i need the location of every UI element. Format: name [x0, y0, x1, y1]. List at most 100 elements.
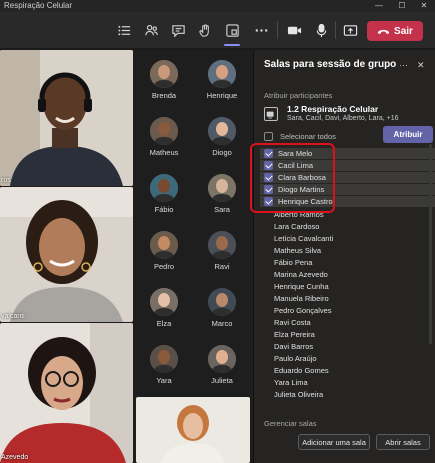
participant-row[interactable]: Eduardo Gomes — [254, 364, 435, 376]
participant-name: Azevedo — [1, 454, 29, 461]
selection-highlight — [250, 143, 335, 213]
assign-button[interactable]: Atribuir — [383, 126, 433, 143]
participant-video — [0, 50, 133, 186]
video-tile[interactable]: valcanti — [0, 187, 133, 322]
toolbar-divider — [277, 21, 278, 39]
gallery-participant[interactable]: Brenda — [135, 60, 193, 100]
participant-row[interactable]: Fábio Pena — [254, 256, 435, 268]
participant-name: Elza Pereira — [274, 330, 315, 339]
gallery-participant-name: Sara — [214, 205, 230, 214]
add-room-button[interactable]: Adicionar uma sala — [298, 434, 370, 450]
microphone-icon[interactable] — [311, 20, 331, 40]
gallery-participant-name: Marco — [211, 319, 233, 328]
window-titlebar: Respiração Celular — ☐ ✕ — [0, 0, 435, 12]
participant-name: valcanti — [1, 313, 25, 320]
avatar — [208, 288, 236, 316]
leave-label: Sair — [394, 25, 413, 37]
participant-video — [0, 323, 133, 463]
participant-video — [0, 187, 133, 322]
gallery-participant-name: Matheus — [149, 148, 179, 157]
gallery-participant-name: Henrique — [206, 91, 238, 100]
leave-button[interactable]: Sair — [367, 21, 423, 41]
phone-hangup-icon — [377, 29, 390, 34]
participant-row[interactable]: Ravi Costa — [254, 316, 435, 328]
avatar — [150, 288, 178, 316]
gallery-participant[interactable]: Elza — [135, 288, 193, 328]
participant-row[interactable]: Elza Pereira — [254, 328, 435, 340]
gallery-participant[interactable]: Matheus — [135, 117, 193, 157]
participant-row[interactable]: Yara Lima — [254, 376, 435, 388]
participant-name: Letícia Cavalcanti — [274, 234, 334, 243]
maximize-button[interactable]: ☐ — [393, 0, 411, 12]
participant-name: Julieta Oliveira — [274, 390, 324, 399]
participant-row[interactable]: Marina Azevedo — [254, 268, 435, 280]
room-card[interactable]: 1.2 Respiração Celular Sara, Cacil, Davi… — [262, 103, 434, 127]
participants-list-icon[interactable] — [114, 20, 134, 40]
participant-name: Yara Lima — [274, 378, 308, 387]
active-indicator — [224, 44, 240, 46]
gallery-participant[interactable]: Fábio — [135, 174, 193, 214]
avatar — [150, 117, 178, 145]
gallery-participant[interactable]: Julieta — [193, 345, 251, 385]
participant-name: Marina Azevedo — [274, 270, 328, 279]
participant-row[interactable]: Henrique Cunha — [254, 280, 435, 292]
room-members: Sara, Cacil, Davi, Alberto, Lara, +16 — [287, 115, 399, 122]
video-stage: ros valcanti Azevedo Brenda Henrique Mat… — [0, 50, 253, 463]
video-tile[interactable] — [136, 397, 250, 463]
participant-name: Paulo Araújo — [274, 354, 317, 363]
toolbar-divider — [335, 21, 336, 39]
participant-row[interactable]: Lara Cardoso — [254, 220, 435, 232]
avatar — [150, 345, 178, 373]
panel-more-icon[interactable]: ··· — [399, 60, 408, 70]
video-tile[interactable]: ros — [0, 50, 133, 186]
participant-row[interactable]: Davi Barros — [254, 340, 435, 352]
panel-close-icon[interactable]: ✕ — [417, 60, 425, 71]
close-window-button[interactable]: ✕ — [415, 0, 433, 12]
participant-row[interactable]: Pedro Gonçalves — [254, 304, 435, 316]
camera-icon[interactable] — [284, 20, 304, 40]
participant-row[interactable]: Paulo Araújo — [254, 352, 435, 364]
more-options-icon[interactable] — [251, 20, 271, 40]
gallery-participant[interactable]: Diogo — [193, 117, 251, 157]
gallery-participant-name: Julieta — [211, 376, 233, 385]
avatar — [208, 117, 236, 145]
participant-name: Pedro Gonçalves — [274, 306, 332, 315]
breakout-rooms-panel: Salas para sessão de grupo ··· ✕ Atribui… — [253, 50, 435, 463]
select-all-checkbox[interactable] — [264, 132, 273, 141]
participant-row[interactable]: Letícia Cavalcanti — [254, 232, 435, 244]
room-icon — [264, 107, 278, 121]
participant-row[interactable]: Manuela Ribeiro — [254, 292, 435, 304]
participant-name: Ravi Costa — [274, 318, 311, 327]
gallery-participant[interactable]: Pedro — [135, 231, 193, 271]
participant-row[interactable]: Julieta Oliveira — [254, 388, 435, 400]
gallery-participant[interactable]: Ravi — [193, 231, 251, 271]
avatar — [150, 231, 178, 259]
avatar — [150, 174, 178, 202]
avatar — [150, 60, 178, 88]
participant-video — [136, 397, 250, 463]
breakout-rooms-icon[interactable] — [222, 20, 242, 40]
avatar — [208, 174, 236, 202]
meeting-toolbar: Sair — [0, 12, 435, 49]
share-screen-icon[interactable] — [340, 20, 360, 40]
people-icon[interactable] — [141, 20, 161, 40]
gallery-participant[interactable]: Sara — [193, 174, 251, 214]
chat-icon[interactable] — [168, 20, 188, 40]
avatar — [208, 231, 236, 259]
gallery-participant[interactable]: Henrique — [193, 60, 251, 100]
video-tile[interactable]: Azevedo — [0, 323, 133, 463]
gallery-participant[interactable]: Marco — [193, 288, 251, 328]
participant-name: Eduardo Gomes — [274, 366, 329, 375]
gallery-participant[interactable]: Yara — [135, 345, 193, 385]
open-rooms-button[interactable]: Abrir salas — [376, 434, 430, 450]
minimize-button[interactable]: — — [370, 0, 388, 12]
raise-hand-icon[interactable] — [195, 20, 215, 40]
participant-name: Davi Barros — [274, 342, 314, 351]
gallery-participant-name: Brenda — [151, 91, 177, 100]
assign-section-label: Atribuir participantes — [264, 91, 333, 100]
panel-scrollbar[interactable] — [429, 144, 432, 344]
participant-row[interactable]: Matheus Silva — [254, 244, 435, 256]
participant-name: Fábio Pena — [274, 258, 313, 267]
participant-name: Lara Cardoso — [274, 222, 320, 231]
gallery-participant-name: Pedro — [153, 262, 174, 271]
